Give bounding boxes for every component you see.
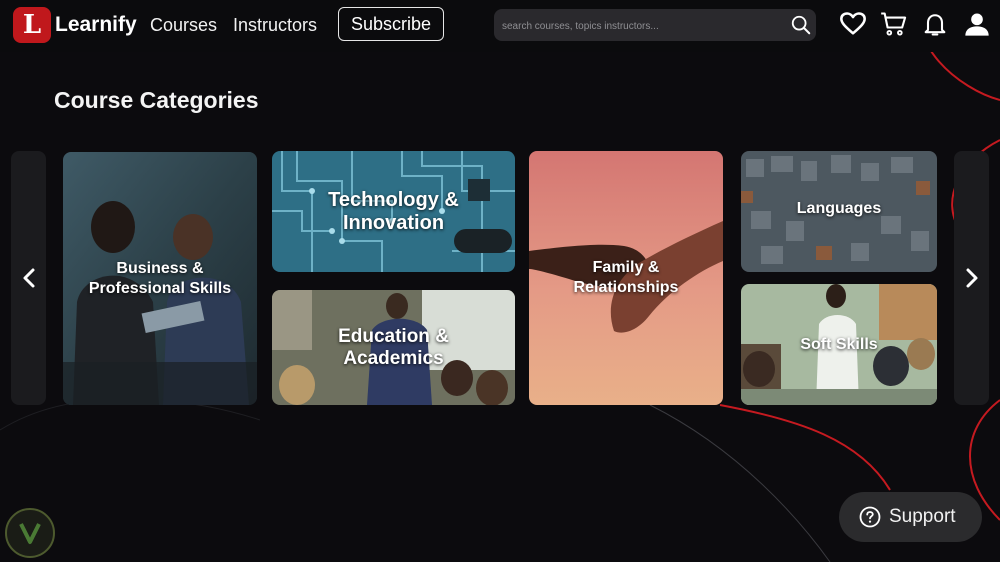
category-card-soft-skills[interactable]: Soft Skills: [741, 284, 937, 405]
heart-icon[interactable]: [839, 10, 867, 38]
chevron-left-icon: [23, 268, 34, 288]
nav-link-instructors[interactable]: Instructors: [233, 15, 317, 36]
page-title: Course Categories: [54, 87, 259, 113]
category-card-languages[interactable]: Languages: [741, 151, 937, 272]
category-card-family[interactable]: Family & Relationships: [529, 151, 723, 405]
category-card-technology[interactable]: Technology & Innovation: [272, 151, 515, 272]
chevron-right-icon: [966, 268, 977, 288]
search-input[interactable]: [500, 9, 784, 43]
brand-name[interactable]: Learnify: [55, 13, 137, 37]
nav-link-courses[interactable]: Courses: [150, 15, 217, 36]
support-button[interactable]: Support: [839, 492, 982, 542]
watermark-badge: [5, 508, 55, 558]
carousel-prev-button[interactable]: [11, 151, 46, 405]
logo-letter: L: [22, 10, 42, 40]
search-bar: [494, 9, 816, 43]
bell-icon[interactable]: [921, 10, 949, 38]
category-card-education[interactable]: Education & Academics: [272, 290, 515, 405]
search-icon[interactable]: [790, 14, 812, 36]
category-label: Family & Relationships: [573, 259, 679, 296]
subscribe-button[interactable]: Subscribe: [338, 7, 444, 41]
category-label: Technology & Innovation: [328, 188, 459, 234]
carousel-next-button[interactable]: [954, 151, 989, 405]
category-card-business[interactable]: Business & Professional Skills: [63, 152, 257, 405]
user-icon[interactable]: [963, 10, 991, 38]
top-navigation-bar: L Learnify Courses Instructors Subscribe: [0, 0, 1000, 52]
category-label: Languages: [796, 199, 882, 217]
category-label: Soft Skills: [800, 335, 878, 353]
category-label: Education & Academics: [338, 325, 449, 369]
subscribe-label: Subscribe: [350, 13, 432, 34]
help-circle-icon: [859, 506, 881, 528]
support-label: Support: [889, 506, 956, 527]
cart-icon[interactable]: [880, 10, 908, 38]
category-label: Business & Professional Skills: [88, 259, 232, 297]
brand-logo[interactable]: L: [13, 7, 51, 43]
